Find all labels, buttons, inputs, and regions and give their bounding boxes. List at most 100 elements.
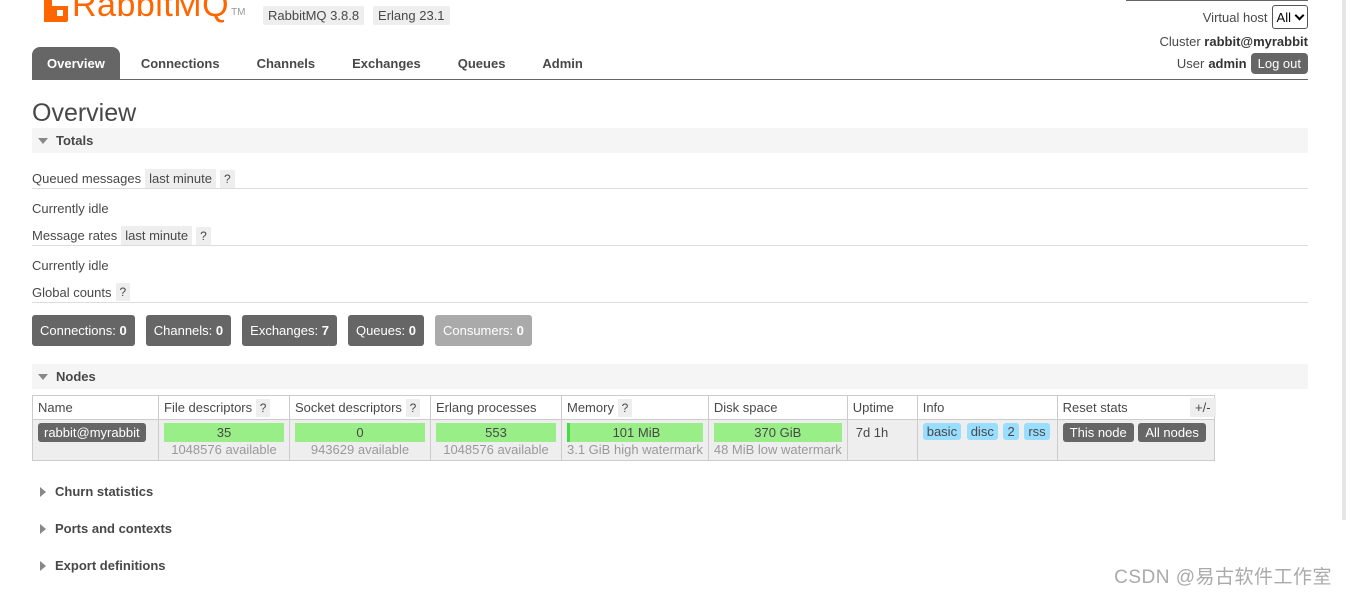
queues-count-value: 0 [408, 323, 416, 338]
chevron-down-icon [1294, 10, 1305, 20]
info-rss-tag: rss [1024, 423, 1050, 440]
rates-range-selector[interactable]: last minute [121, 226, 193, 245]
table-header-row: Name File descriptors ? Socket descripto… [32, 395, 1215, 420]
info-basic-tag: basic [922, 423, 962, 440]
global-counts-row: Global counts ? [32, 283, 131, 301]
tab-connections[interactable]: Connections [125, 47, 236, 80]
connections-count-label: Connections: [40, 323, 116, 338]
tab-exchanges[interactable]: Exchanges [336, 47, 437, 80]
channels-count-button[interactable]: Channels: 0 [145, 315, 232, 346]
virtual-host-select[interactable]: All [1271, 5, 1308, 29]
divider [32, 302, 1308, 303]
nodes-section-toggle[interactable]: Nodes [32, 364, 1308, 389]
col-erlang-processes: Erlang processes [430, 395, 562, 420]
exchanges-count-button[interactable]: Exchanges: 7 [242, 315, 337, 346]
queued-idle-text: Currently idle [32, 201, 109, 216]
rabbit-logo-icon [44, 0, 68, 22]
scrollbar-track[interactable] [1342, 0, 1346, 520]
socket-descriptors-available: 943629 available [310, 442, 410, 457]
disk-space-cell: 370 GiB 48 MiB low watermark [707, 419, 848, 461]
logo-text: RabbitMQ [72, 0, 230, 24]
file-descriptors-cell: 35 1048576 available [158, 419, 290, 461]
erlang-processes-cell: 553 1048576 available [430, 419, 562, 461]
file-descriptors-available: 1048576 available [171, 442, 277, 457]
reset-this-node-button[interactable]: This node [1062, 423, 1134, 442]
memory-cell: 101 MiB 3.1 GiB high watermark [561, 419, 709, 461]
erlang-version: Erlang 23.1 [373, 6, 450, 25]
totals-title: Totals [56, 133, 94, 148]
queued-messages-label: Queued messages [32, 171, 142, 186]
uptime-cell: 7d 1h [846, 419, 918, 461]
virtual-host-label: Virtual host [1202, 9, 1268, 25]
info-count-tag: 2 [1003, 423, 1019, 440]
exchanges-count-value: 7 [321, 323, 329, 338]
help-icon[interactable]: ? [115, 283, 131, 301]
memory-bar: 101 MiB [567, 423, 703, 442]
help-icon[interactable]: ? [617, 399, 633, 417]
connections-count-button[interactable]: Connections: 0 [32, 315, 135, 346]
exchanges-count-label: Exchanges: [250, 323, 319, 338]
reset-all-nodes-button[interactable]: All nodes [1138, 423, 1206, 442]
info-cell: basic disc 2 rss [916, 419, 1058, 461]
disk-low-watermark: 48 MiB low watermark [713, 442, 842, 457]
ports-contexts-toggle[interactable]: Ports and contexts [40, 521, 172, 536]
queued-range-selector[interactable]: last minute [145, 169, 216, 188]
triangle-down-icon [38, 137, 48, 144]
message-rates-label: Message rates [32, 228, 118, 243]
rates-idle-text: Currently idle [32, 258, 109, 273]
queues-count-label: Queues: [355, 323, 406, 338]
table-row: rabbit@myrabbit 35 1048576 available 0 9… [32, 419, 1215, 461]
rabbitmq-version: RabbitMQ 3.8.8 [263, 6, 365, 25]
node-name-link[interactable]: rabbit@myrabbit [38, 423, 146, 442]
triangle-right-icon [40, 560, 46, 571]
node-name-cell: rabbit@myrabbit [32, 419, 159, 461]
queues-count-button[interactable]: Queues: 0 [347, 315, 424, 346]
churn-statistics-toggle[interactable]: Churn statistics [40, 484, 153, 499]
col-label: File descriptors [164, 400, 253, 415]
col-uptime: Uptime [846, 395, 918, 420]
divider [32, 188, 1308, 189]
col-label: Socket descriptors [295, 400, 402, 415]
churn-statistics-title: Churn statistics [55, 484, 154, 499]
col-memory: Memory ? [561, 395, 709, 420]
help-icon[interactable]: ? [255, 399, 271, 417]
col-disk-space: Disk space [707, 395, 848, 420]
channels-count-value: 0 [215, 323, 224, 338]
page-title: Overview [32, 99, 137, 127]
file-descriptors-bar: 35 [164, 423, 284, 442]
disk-space-bar: 370 GiB [713, 423, 842, 442]
tab-admin[interactable]: Admin [526, 47, 598, 80]
col-label: Memory [567, 400, 614, 415]
column-toggle-button[interactable]: +/- [1190, 398, 1216, 417]
rabbitmq-logo[interactable]: RabbitMQ TM [44, 0, 246, 22]
export-definitions-toggle[interactable]: Export definitions [40, 558, 166, 573]
tab-channels[interactable]: Channels [241, 47, 332, 80]
tab-overview[interactable]: Overview [32, 47, 120, 80]
virtual-host-value: All [1276, 9, 1291, 25]
divider [32, 245, 1308, 246]
tab-queues[interactable]: Queues [442, 47, 522, 80]
totals-section-toggle[interactable]: Totals [32, 128, 1308, 153]
main-nav-tabs: Overview Connections Channels Exchanges … [32, 47, 1308, 80]
message-rates-row: Message rates last minute ? [32, 226, 211, 245]
info-disc-tag: disc [966, 423, 998, 440]
socket-descriptors-cell: 0 943629 available [289, 419, 431, 461]
virtual-host-row: Virtual host All [1203, 5, 1308, 29]
col-info: Info [916, 395, 1058, 420]
col-file-descriptors: File descriptors ? [158, 395, 290, 420]
ports-contexts-title: Ports and contexts [55, 521, 173, 536]
uptime-value: 7d 1h [855, 425, 889, 440]
help-icon[interactable]: ? [220, 169, 235, 188]
consumers-count-label: Consumers: [442, 323, 514, 338]
help-icon[interactable]: ? [405, 399, 421, 417]
help-icon[interactable]: ? [196, 226, 211, 245]
triangle-right-icon [40, 486, 46, 497]
header-divider [1126, 0, 1308, 1]
erlang-processes-bar: 553 [436, 423, 556, 442]
col-name: Name [32, 395, 159, 420]
csdn-watermark: CSDN @易古软件工作室 [1114, 567, 1332, 588]
col-socket-descriptors: Socket descriptors ? [289, 395, 431, 420]
triangle-right-icon [40, 523, 46, 534]
connections-count-value: 0 [119, 323, 127, 338]
reset-stats-cell: This node All nodes [1056, 419, 1215, 461]
